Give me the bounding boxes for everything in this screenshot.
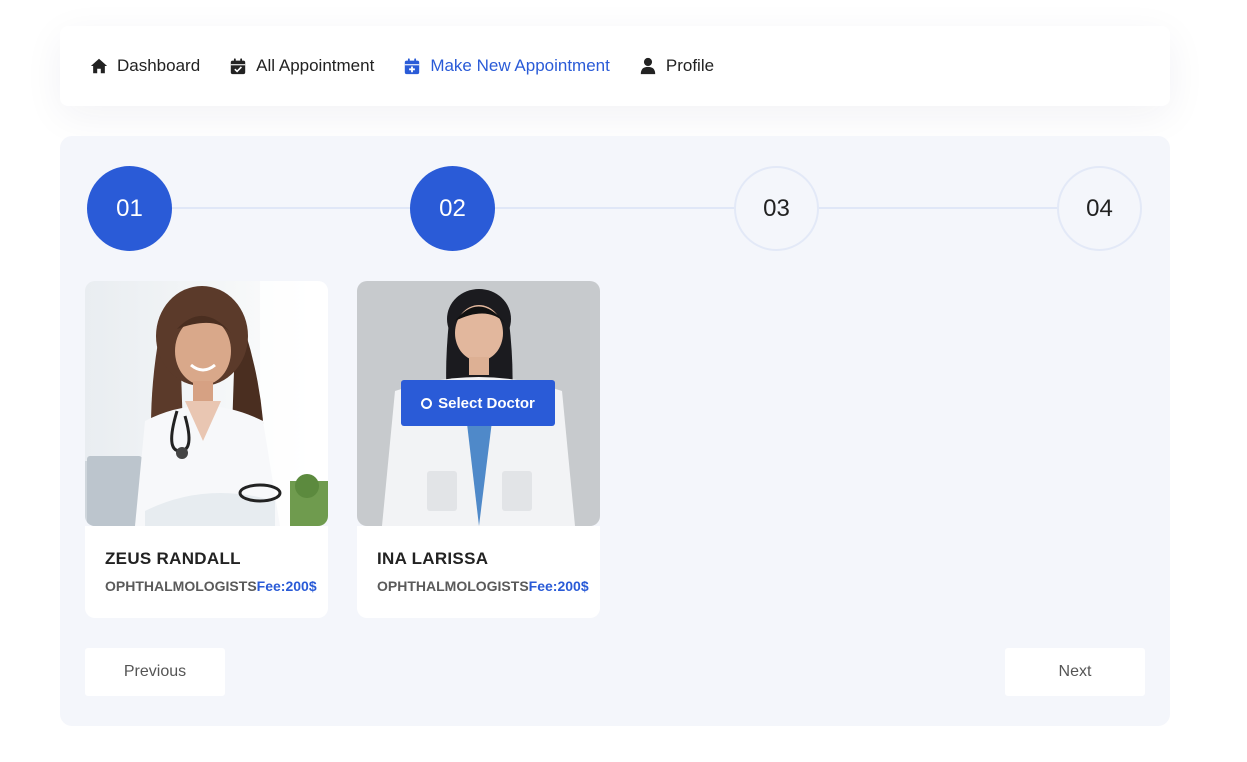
radio-circle-icon: [421, 397, 433, 409]
step-4[interactable]: 04: [1057, 166, 1142, 251]
nav-profile-label: Profile: [665, 56, 715, 75]
doctor-card[interactable]: Select Doctor INA LARISSA OPHTHALMOLOGIS…: [357, 281, 600, 618]
previous-button[interactable]: Previous: [85, 648, 225, 696]
doctor-photo: [85, 281, 328, 526]
nav-dashboard-label: Dashboard: [117, 56, 201, 75]
next-button[interactable]: Next: [1005, 648, 1145, 696]
home-icon: [90, 58, 108, 74]
step-2[interactable]: 02: [410, 166, 495, 251]
doctor-specialty-row: OPHTHALMOLOGISTSFee:200$: [105, 578, 328, 594]
doctor-fee: Fee:200$: [528, 578, 589, 594]
select-doctor-button[interactable]: Select Doctor: [401, 380, 555, 426]
top-navigation: Dashboard All Appointment Make New Appoi…: [60, 26, 1170, 106]
nav-make-new-appointment-label: Make New Appointment: [430, 56, 610, 75]
doctor-specialty-row: OPHTHALMOLOGISTSFee:200$: [377, 578, 600, 594]
doctor-name: ZEUS RANDALL: [105, 549, 241, 568]
user-icon: [640, 57, 656, 75]
doctor-card[interactable]: ZEUS RANDALL OPHTHALMOLOGISTSFee:200$: [85, 281, 328, 618]
doctor-fee: Fee:200$: [256, 578, 317, 594]
step-progress: 01 02 03 04: [87, 166, 1142, 251]
nav-profile[interactable]: Profile: [639, 56, 714, 76]
doctor-specialty: OPHTHALMOLOGISTS: [377, 578, 529, 594]
doctor-name: INA LARISSA: [377, 549, 489, 568]
doctor-info: ZEUS RANDALL OPHTHALMOLOGISTSFee:200$: [85, 526, 328, 618]
calendar-check-icon: [230, 58, 246, 75]
select-doctor-label: Select Doctor: [438, 394, 535, 412]
nav-dashboard[interactable]: Dashboard: [90, 56, 200, 76]
doctor-specialty: OPHTHALMOLOGISTS: [105, 578, 257, 594]
step-1[interactable]: 01: [87, 166, 172, 251]
appointment-wizard: 01 02 03 04 ZEUS RANDALL OPHTHALMOLOGIST…: [60, 136, 1170, 726]
step-connector-line: [129, 207, 1100, 209]
nav-make-new-appointment[interactable]: Make New Appointment: [403, 56, 610, 76]
nav-all-appointment-label: All Appointment: [256, 56, 375, 75]
step-3[interactable]: 03: [734, 166, 819, 251]
calendar-plus-icon: [405, 58, 420, 75]
doctor-info: INA LARISSA OPHTHALMOLOGISTSFee:200$: [357, 526, 600, 618]
nav-all-appointment[interactable]: All Appointment: [229, 56, 374, 76]
